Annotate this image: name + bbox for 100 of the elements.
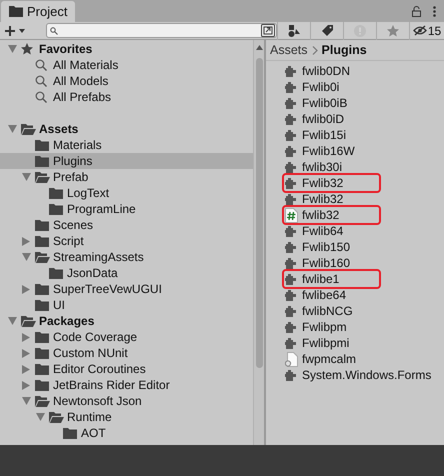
collapsed-arrow-icon[interactable] [22,284,30,294]
hidden-packages-button[interactable]: 15 [409,22,444,40]
file-item[interactable]: Fwlib160 [284,255,358,271]
collapsed-arrow-icon[interactable] [22,332,30,342]
file-item[interactable]: System.Windows.Forms [284,367,440,383]
tree-item[interactable]: JetBrains Rider Editor [0,377,253,393]
plugin-icon [285,338,296,348]
scrollbar-thumb[interactable] [256,58,262,368]
file-item[interactable]: Fwlib64 [284,223,352,239]
file-item[interactable]: fwlib32 [284,207,379,223]
tree-item[interactable]: Favorites [0,41,253,57]
collapsed-arrow-icon[interactable] [22,348,30,358]
tree-item[interactable]: Plugins [0,153,253,169]
tree-item[interactable]: Script [0,233,253,249]
folder-icon [49,268,63,278]
file-item[interactable]: Fwlib15i [284,127,354,143]
tree-item[interactable]: Runtime [0,409,253,425]
folder-icon [35,220,49,230]
folder-icon [49,204,63,214]
tree-item[interactable]: Code Coverage [0,329,253,345]
open-folder-icon [35,252,50,262]
tree-item[interactable]: All Prefabs [0,89,253,105]
file-item[interactable]: Fwlib0iB [284,95,356,111]
tree-item[interactable]: UI [0,297,253,313]
file-item[interactable]: fwlibe64 [284,287,354,303]
tree-item[interactable]: AOT [0,425,253,441]
folder-icon [9,6,23,17]
folder-icon [35,300,49,310]
folder-icon [35,332,49,342]
expanded-arrow-icon[interactable] [8,125,17,133]
tree-item[interactable]: Materials [0,137,253,153]
tree-item[interactable]: Prefab [0,169,253,185]
expanded-arrow-icon[interactable] [22,397,31,405]
folder-icon [35,140,49,150]
file-item[interactable]: Fwlib150 [284,239,358,255]
folder-icon [35,364,49,374]
file-item[interactable]: Fwlibpm [284,319,355,335]
expanded-arrow-icon[interactable] [8,317,17,325]
file-item[interactable]: Fwlib16W [284,143,363,159]
tree-item[interactable]: Editor Coroutines [0,361,253,377]
plugin-icon [285,98,296,108]
folder-icon [35,156,49,166]
search-icon [35,75,47,87]
tree-item[interactable]: All Materials [0,57,253,73]
tree-item[interactable]: StreamingAssets [0,249,253,265]
search-icon [50,26,58,34]
file-item[interactable]: fwlib0DN [284,63,358,79]
open-folder-icon [35,172,50,182]
plugin-icon [285,258,296,268]
collapsed-arrow-icon[interactable] [22,364,30,374]
more-icon[interactable] [433,6,436,16]
expanded-arrow-icon[interactable] [22,253,31,261]
tree-item[interactable]: LogText [0,185,253,201]
file-item[interactable]: Fwlib0i [284,79,348,95]
plus-icon [4,24,26,36]
tree-item[interactable]: ProgramLine [0,201,253,217]
expanded-arrow-icon[interactable] [36,413,45,421]
file-item[interactable]: fwlib30i [284,159,350,175]
file-item[interactable]: fwlibe1 [284,271,379,287]
plugin-icon [285,322,296,332]
tree-item[interactable]: All Models [0,73,253,89]
collapsed-arrow-icon[interactable] [22,380,30,390]
file-item[interactable]: fwpmcalm [284,351,364,367]
tree-item[interactable]: Assets [0,121,253,137]
folder-icon [35,380,49,390]
search-field[interactable] [46,23,277,38]
scroll-up-icon[interactable] [256,45,262,50]
tree-item[interactable]: Packages [0,313,253,329]
open-folder-icon [21,316,36,326]
file-item[interactable]: fwlib0iD [284,111,352,127]
plugin-icon [285,130,296,140]
file-item[interactable]: Fwlib32 [284,191,352,207]
plugin-icon [285,146,296,156]
folder-icon [35,284,49,294]
lock-icon[interactable] [412,6,421,16]
open-folder-icon [49,412,64,422]
tree-item[interactable]: SuperTreeVewUGUI [0,281,253,297]
collapsed-arrow-icon[interactable] [22,236,30,246]
file-item[interactable]: Fwlibpmi [284,335,358,351]
expanded-arrow-icon[interactable] [8,45,17,53]
folder-icon [63,428,77,438]
script-file-icon [285,208,298,222]
search-icon [35,91,47,103]
tree-item[interactable]: JsonData [0,265,253,281]
star-icon [21,43,33,55]
tree-item[interactable]: Custom NUnit [0,345,253,361]
file-item[interactable]: Fwlib32 [284,175,379,191]
plugin-icon [285,226,296,236]
shapes-icon [288,24,300,36]
breadcrumb-link[interactable]: Plugins [322,40,367,60]
expanded-arrow-icon[interactable] [22,173,31,181]
plugin-icon [285,114,296,124]
tree-item[interactable]: Scenes [0,217,253,233]
folder-icon [49,188,63,198]
file-item[interactable]: fwlibNCG [284,303,361,319]
tree-item[interactable]: Newtonsoft Json [0,393,253,409]
project-tab[interactable]: Project [1,1,76,22]
breadcrumb-link[interactable]: Assets [270,40,308,60]
window-icon[interactable] [261,24,275,37]
plugin-icon [285,194,296,204]
